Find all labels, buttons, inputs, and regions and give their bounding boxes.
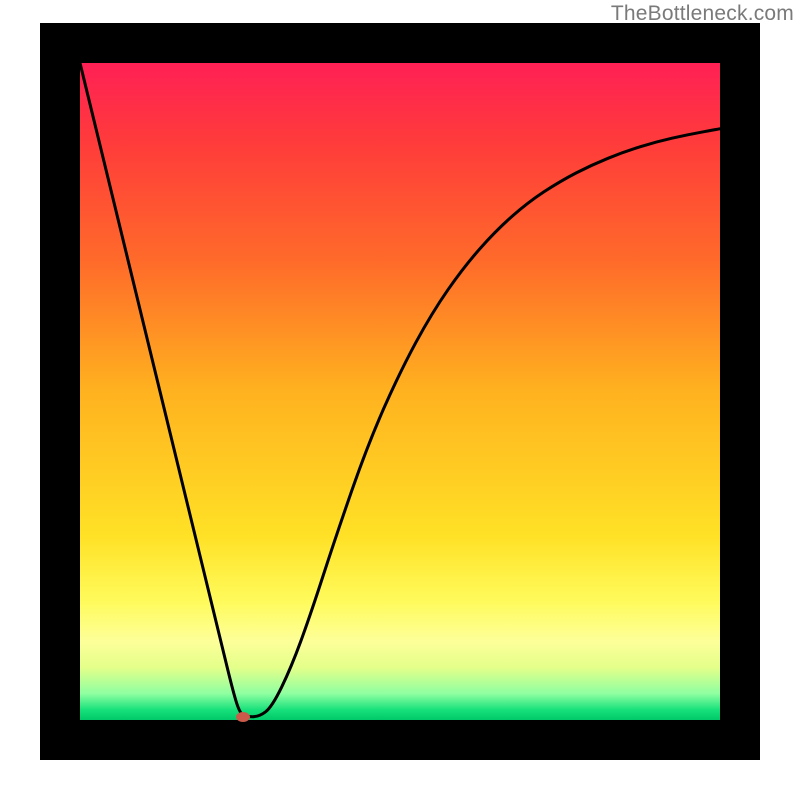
min-marker (236, 712, 250, 722)
plot-area (80, 63, 720, 720)
curve-svg (80, 63, 720, 720)
chart-frame: TheBottleneck.com (0, 0, 800, 800)
plot-border (40, 23, 760, 760)
curve-path (80, 63, 720, 717)
